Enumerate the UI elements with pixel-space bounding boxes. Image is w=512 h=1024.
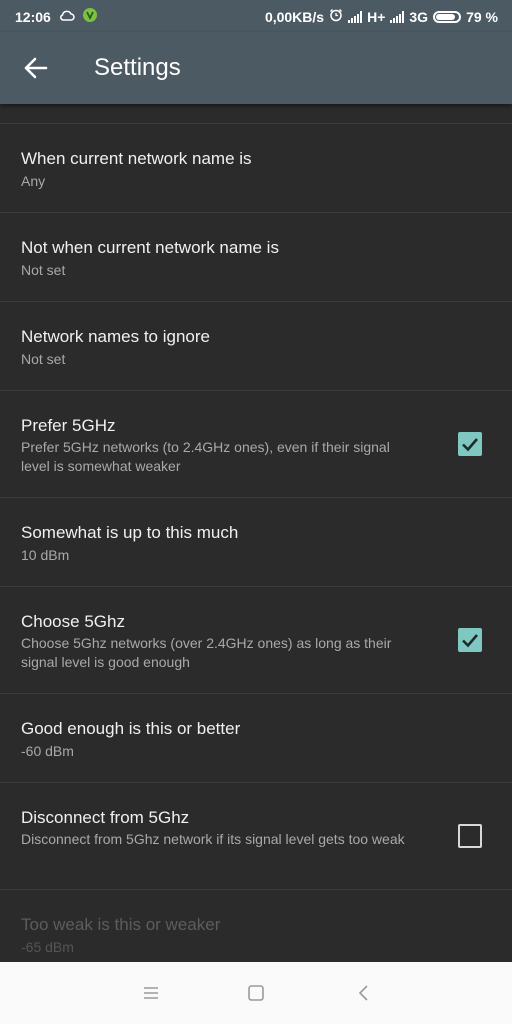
navigation-bar <box>0 962 512 1024</box>
setting-title: Network names to ignore <box>21 327 210 346</box>
status-bar: 12:06 0,00KB/s H+ 3G 79 % <box>0 0 512 32</box>
signal-strength-2-icon <box>390 10 405 23</box>
setting-network-names-to-ignore[interactable]: Network names to ignore Not set <box>0 302 512 391</box>
setting-summary: Not set <box>21 351 66 367</box>
status-time: 12:06 <box>15 8 51 25</box>
setting-not-current-network-name[interactable]: Not when current network name is Not set <box>0 213 512 302</box>
setting-prefer-5ghz[interactable]: Prefer 5GHz Prefer 5GHz networks (to 2.4… <box>0 391 512 498</box>
setting-summary: Disconnect from 5Ghz network if its sign… <box>21 831 405 847</box>
arrow-left-icon <box>24 57 48 79</box>
app-notification-icon <box>82 8 97 25</box>
signal-strength-icon <box>348 10 363 23</box>
setting-summary: Prefer 5GHz networks (to 2.4GHz ones), e… <box>21 439 390 474</box>
setting-summary: Not set <box>21 262 66 278</box>
battery-icon <box>433 10 462 23</box>
battery-level: 79 % <box>466 8 498 25</box>
system-back-button[interactable] <box>352 981 376 1005</box>
network-type-1: H+ <box>367 8 386 25</box>
list-divider <box>0 104 512 124</box>
setting-title: Prefer 5GHz <box>21 416 116 435</box>
setting-title: Choose 5Ghz <box>21 612 125 631</box>
setting-summary: 10 dBm <box>21 547 70 563</box>
alarm-icon <box>329 8 343 25</box>
home-button[interactable] <box>244 981 268 1005</box>
setting-title: Somewhat is up to this much <box>21 523 239 542</box>
setting-choose-5ghz[interactable]: Choose 5Ghz Choose 5Ghz networks (over 2… <box>0 587 512 694</box>
cloud-sync-icon <box>59 9 75 25</box>
setting-summary: -65 dBm <box>21 939 74 955</box>
setting-summary: -60 dBm <box>21 743 74 759</box>
choose-5ghz-checkbox[interactable] <box>458 628 482 652</box>
back-button[interactable] <box>16 48 56 88</box>
checkmark-icon <box>462 634 478 648</box>
settings-list: When current network name is Any Not whe… <box>0 104 512 970</box>
setting-summary: Any <box>21 173 46 189</box>
setting-somewhat-up-to[interactable]: Somewhat is up to this much 10 dBm <box>0 498 512 587</box>
setting-good-enough[interactable]: Good enough is this or better -60 dBm <box>0 694 512 783</box>
page-title: Settings <box>94 54 181 81</box>
setting-current-network-name[interactable]: When current network name is Any <box>0 124 512 213</box>
setting-title: Good enough is this or better <box>21 719 241 738</box>
setting-summary: Choose 5Ghz networks (over 2.4GHz ones) … <box>21 635 392 670</box>
checkmark-icon <box>462 438 478 452</box>
prefer-5ghz-checkbox[interactable] <box>458 432 482 456</box>
setting-title: Not when current network name is <box>21 238 279 257</box>
network-speed: 0,00KB/s <box>264 8 325 25</box>
app-bar: Settings <box>0 32 512 104</box>
setting-title: When current network name is <box>21 149 252 168</box>
setting-disconnect-5ghz[interactable]: Disconnect from 5Ghz Disconnect from 5Gh… <box>0 783 512 890</box>
setting-too-weak: Too weak is this or weaker -65 dBm <box>0 890 512 970</box>
home-square-icon <box>248 985 264 1001</box>
menu-icon <box>144 987 158 999</box>
disconnect-5ghz-checkbox[interactable] <box>458 824 482 848</box>
network-type-2: 3G <box>409 8 429 25</box>
setting-title: Too weak is this or weaker <box>21 915 221 934</box>
setting-title: Disconnect from 5Ghz <box>21 808 190 827</box>
back-chevron-icon <box>358 985 368 1001</box>
menu-button[interactable] <box>139 981 163 1005</box>
